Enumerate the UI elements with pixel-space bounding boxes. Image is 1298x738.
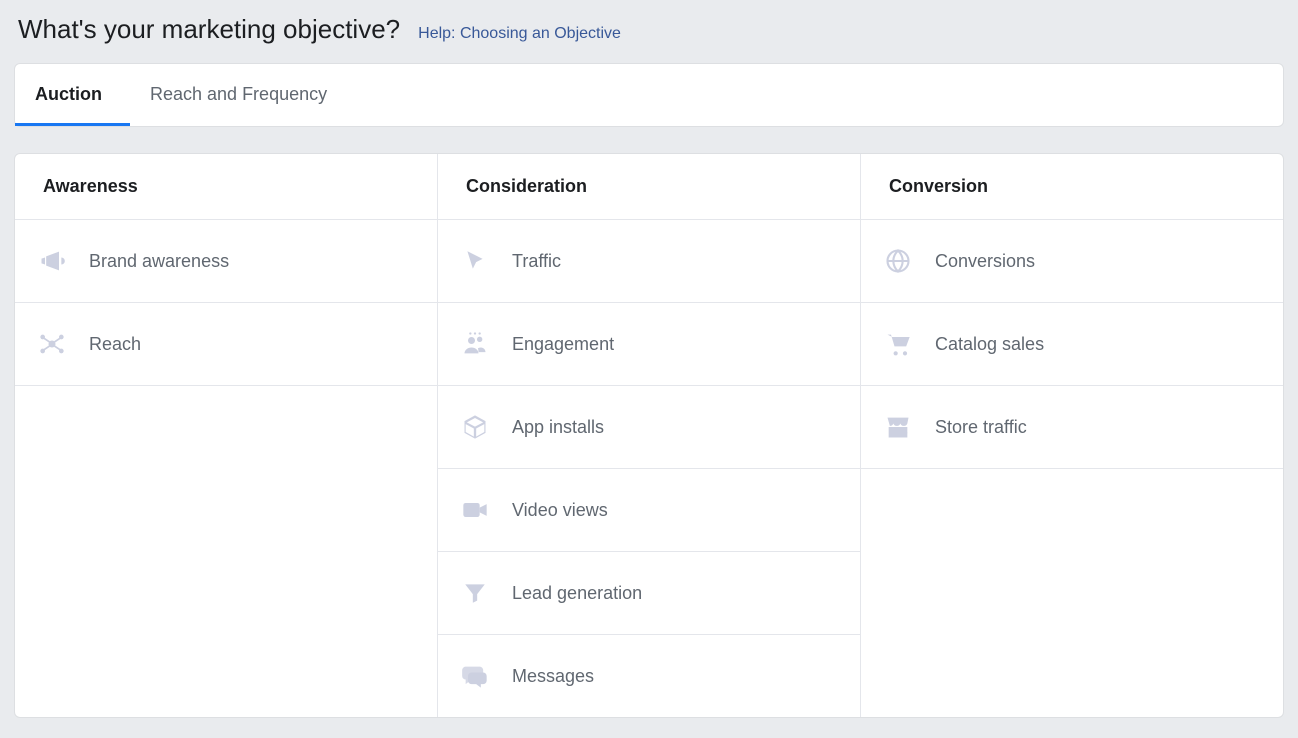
objective-store-traffic[interactable]: Store traffic bbox=[861, 386, 1283, 469]
objective-label: Brand awareness bbox=[89, 251, 229, 272]
objective-conversions[interactable]: Conversions bbox=[861, 220, 1283, 303]
objective-messages[interactable]: Messages bbox=[438, 635, 860, 717]
help-link[interactable]: Help: Choosing an Objective bbox=[418, 25, 621, 43]
objective-traffic[interactable]: Traffic bbox=[438, 220, 860, 303]
funnel-icon bbox=[460, 578, 490, 608]
column-header-conversion: Conversion bbox=[861, 154, 1283, 220]
objective-label: Lead generation bbox=[512, 583, 642, 604]
header-row: What's your marketing objective? Help: C… bbox=[14, 14, 1284, 45]
cursor-icon bbox=[460, 246, 490, 276]
objective-brand-awareness[interactable]: Brand awareness bbox=[15, 220, 437, 303]
network-icon bbox=[37, 329, 67, 359]
tab-auction[interactable]: Auction bbox=[15, 64, 130, 126]
cart-icon bbox=[883, 329, 913, 359]
store-icon bbox=[883, 412, 913, 442]
objective-label: Traffic bbox=[512, 251, 561, 272]
column-consideration: Consideration Traffic Engagement App ins… bbox=[438, 154, 861, 717]
objective-label: App installs bbox=[512, 417, 604, 438]
objective-label: Engagement bbox=[512, 334, 614, 355]
objective-reach[interactable]: Reach bbox=[15, 303, 437, 386]
column-header-awareness: Awareness bbox=[15, 154, 437, 220]
objective-app-installs[interactable]: App installs bbox=[438, 386, 860, 469]
package-icon bbox=[460, 412, 490, 442]
objective-label: Store traffic bbox=[935, 417, 1027, 438]
objective-engagement[interactable]: Engagement bbox=[438, 303, 860, 386]
objective-label: Video views bbox=[512, 500, 608, 521]
video-icon bbox=[460, 495, 490, 525]
objective-label: Conversions bbox=[935, 251, 1035, 272]
objective-label: Reach bbox=[89, 334, 141, 355]
page-title: What's your marketing objective? bbox=[18, 14, 400, 45]
column-conversion: Conversion Conversions Catalog sales Sto… bbox=[861, 154, 1283, 717]
people-icon bbox=[460, 329, 490, 359]
globe-icon bbox=[883, 246, 913, 276]
column-awareness: Awareness Brand awareness Reach bbox=[15, 154, 438, 717]
objective-catalog-sales[interactable]: Catalog sales bbox=[861, 303, 1283, 386]
column-header-consideration: Consideration bbox=[438, 154, 860, 220]
objectives-card: Awareness Brand awareness Reach Consider… bbox=[14, 153, 1284, 718]
objective-label: Catalog sales bbox=[935, 334, 1044, 355]
chat-icon bbox=[460, 661, 490, 691]
tab-reach-frequency[interactable]: Reach and Frequency bbox=[130, 64, 355, 126]
objective-video-views[interactable]: Video views bbox=[438, 469, 860, 552]
tabs-card: Auction Reach and Frequency bbox=[14, 63, 1284, 127]
objective-lead-generation[interactable]: Lead generation bbox=[438, 552, 860, 635]
objective-label: Messages bbox=[512, 666, 594, 687]
megaphone-icon bbox=[37, 246, 67, 276]
